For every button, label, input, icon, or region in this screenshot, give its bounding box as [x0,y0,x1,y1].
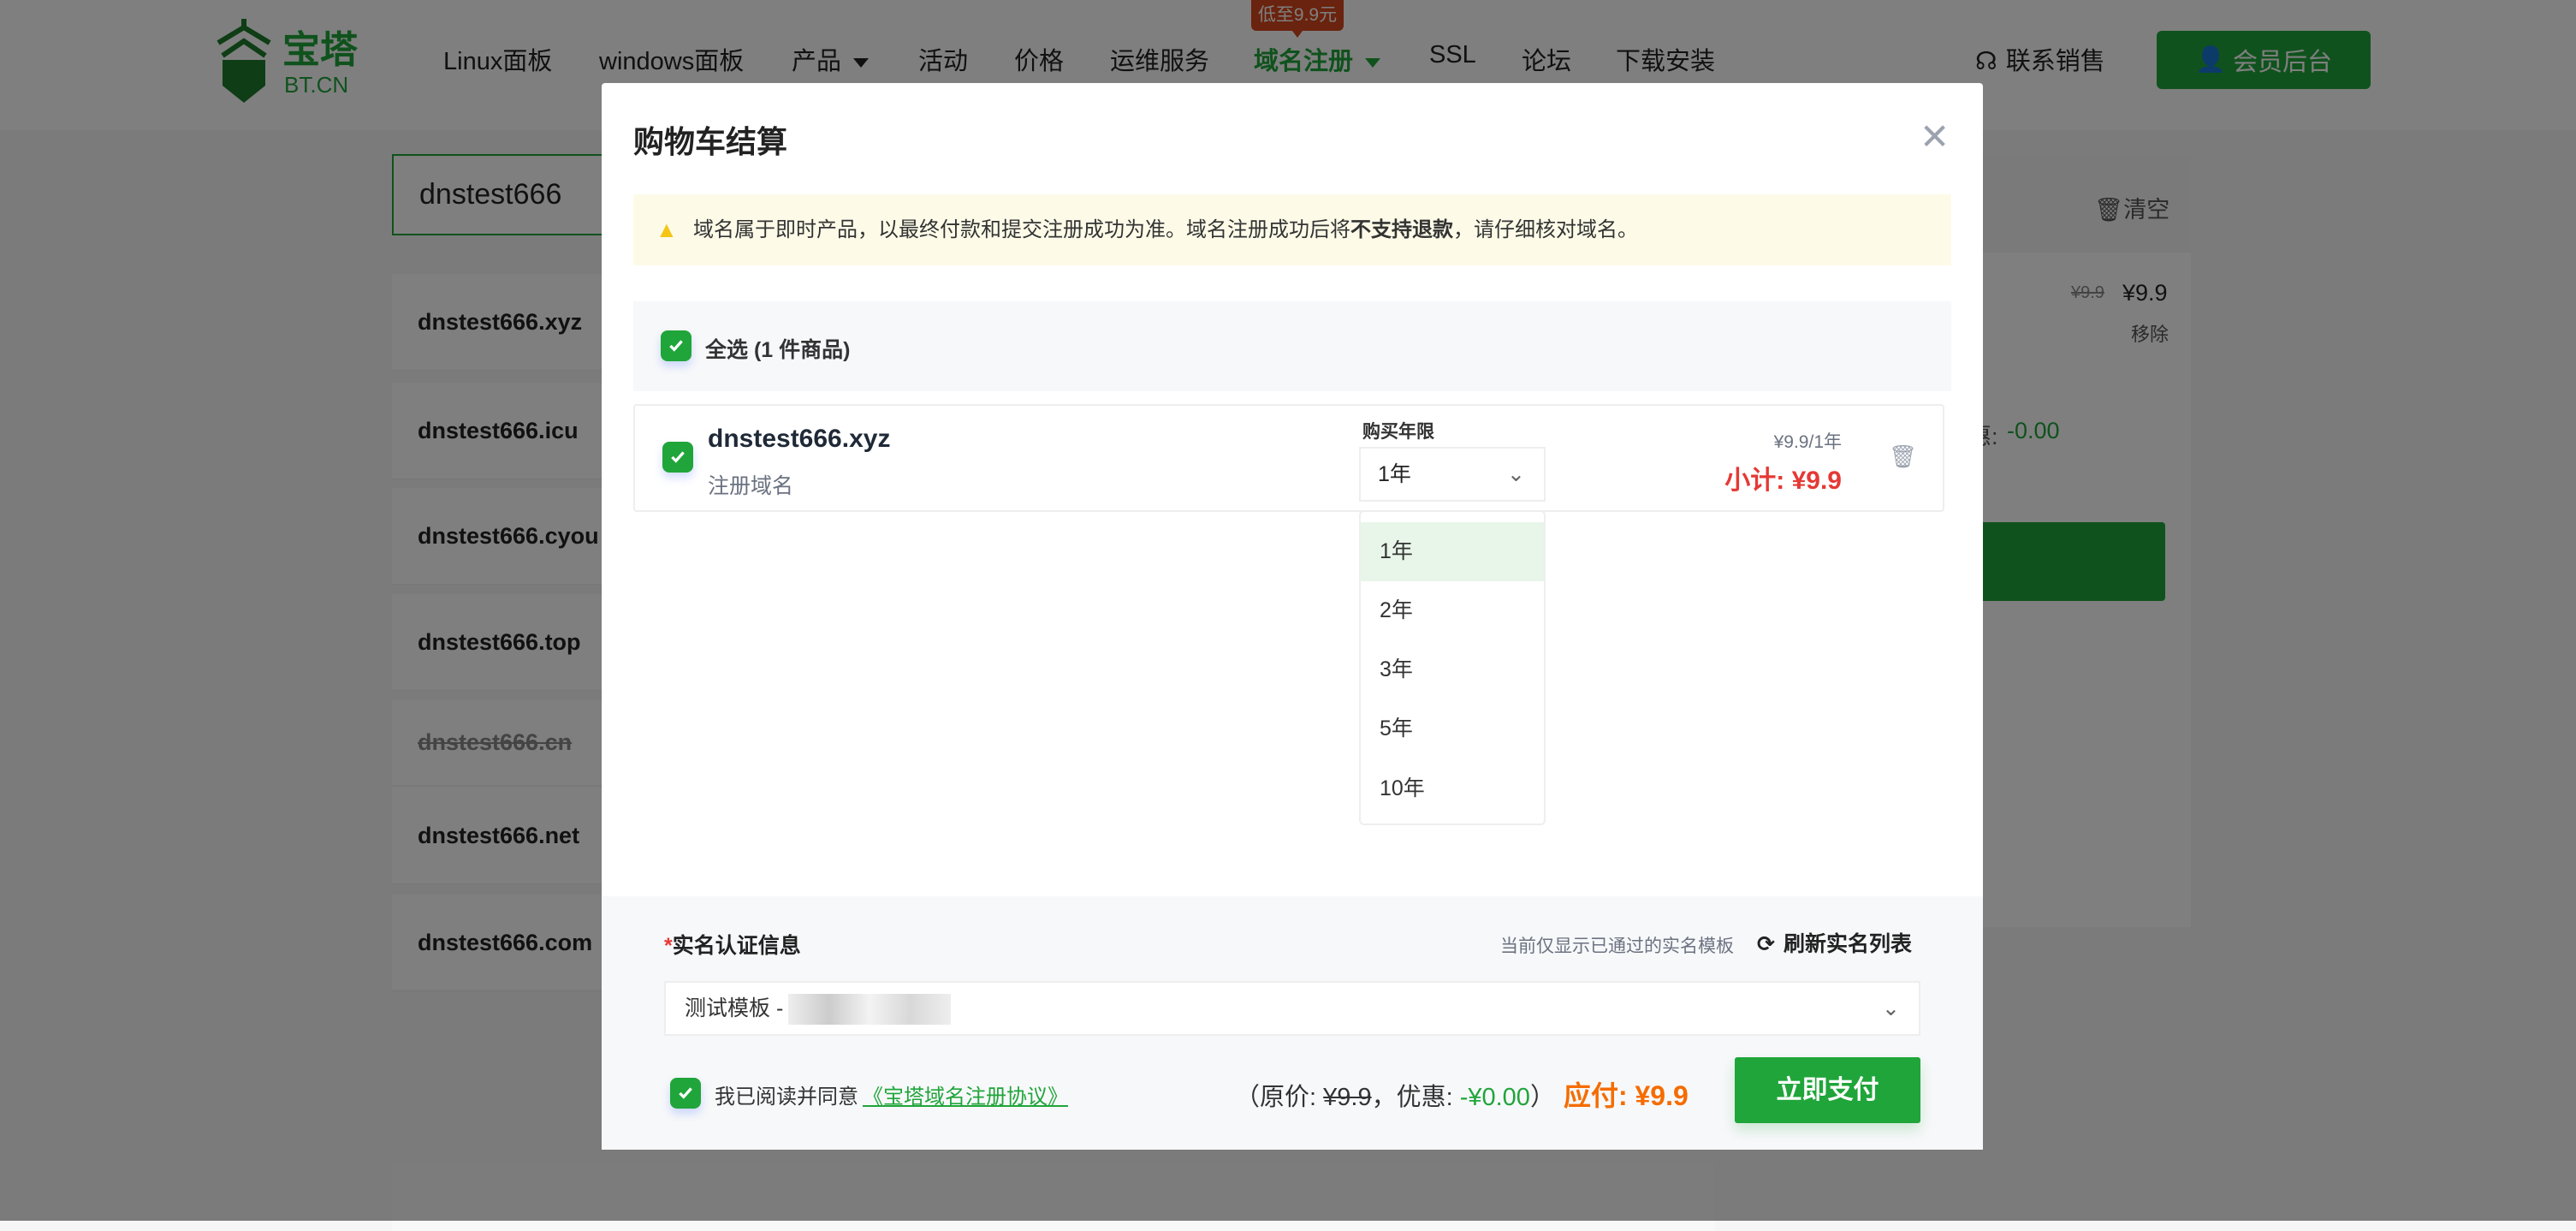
notice-text: 域名属于即时产品，以最终付款和提交注册成功为准。域名注册成功后将 [693,218,1350,241]
checkout-footer: *实名认证信息 当前仅显示已通过的实名模板 ⟳ 刷新实名列表 测试模板 - ⌄ 我已… [602,896,1983,1150]
term-label: 购买年限 [1362,418,1434,443]
refresh-realname-button[interactable]: ⟳ 刷新实名列表 [1757,927,1912,958]
summary-text: ） [1530,1084,1555,1111]
check-icon [667,336,686,355]
check-icon [668,448,687,467]
agree-label: 我已阅读并同意 [715,1079,858,1109]
select-all-bar: 全选 (1 件商品) [633,301,1951,391]
template-value: 测试模板 - [685,996,783,1020]
term-option[interactable]: 5年 [1361,699,1544,758]
select-all-label: 全选 (1 件商品) [705,333,850,364]
agreement-link[interactable]: 《宝塔域名注册协议》 [863,1079,1068,1109]
term-select[interactable]: 1年 ⌄ [1359,447,1546,502]
payable-amount: 应付: ¥9.9 [1564,1080,1689,1111]
term-option[interactable]: 10年 [1361,759,1544,818]
summary-text: （原价: [1235,1084,1323,1111]
item-checkbox[interactable] [662,442,693,473]
unit-price: ¥9.9/1年 [1774,428,1842,454]
notice-banner: ▲ 域名属于即时产品，以最终付款和提交注册成功为准。域名注册成功后将不支持退款，… [633,194,1951,265]
price-summary: （原价: ¥9.9，优惠: -¥0.00） 应付: ¥9.9 [1235,1074,1689,1114]
modal-title: 购物车结算 [633,117,787,162]
discount-value: -¥0.00 [1460,1084,1530,1111]
term-option[interactable]: 3年 [1361,640,1544,699]
original-price: ¥9.9 [1323,1084,1371,1111]
check-icon [676,1084,695,1103]
term-dropdown: 1年 2年 3年 5年 10年 [1359,510,1546,825]
term-value: 1年 [1378,462,1411,486]
refresh-label: 刷新实名列表 [1784,932,1912,956]
warning-icon: ▲ [656,194,678,265]
pay-now-button[interactable]: 立即支付 [1735,1057,1920,1123]
realname-label: *实名认证信息 [664,929,801,960]
chevron-down-icon: ⌄ [1882,983,1900,1034]
trash-icon[interactable]: 🗑 [1889,443,1917,470]
close-icon[interactable]: ✕ [1920,116,1950,158]
realname-hint: 当前仅显示已通过的实名模板 [1500,932,1734,958]
checkout-modal: 购物车结算 ✕ ▲ 域名属于即时产品，以最终付款和提交注册成功为准。域名注册成功… [602,83,1983,1150]
summary-text: ，优惠: [1372,1084,1460,1111]
agree-checkbox[interactable] [670,1078,701,1109]
realname-template-select[interactable]: 测试模板 - ⌄ [664,981,1920,1036]
notice-bold: 不支持退款 [1350,218,1453,241]
notice-text-end: ，请仔细核对域名。 [1453,218,1638,241]
chevron-down-icon: ⌄ [1507,449,1525,500]
item-domain: dnstest666.xyz [708,425,890,454]
realname-label-text: 实名认证信息 [673,934,801,958]
refresh-icon: ⟳ [1757,932,1775,956]
item-type: 注册域名 [708,469,793,500]
term-option[interactable]: 2年 [1361,581,1544,640]
select-all-checkbox[interactable] [661,330,691,361]
cart-item: dnstest666.xyz 注册域名 购买年限 1年 ⌄ ¥9.9/1年 小计:… [633,404,1944,512]
blurred-name [788,994,951,1025]
subtotal: 小计: ¥9.9 [1724,459,1842,497]
term-option[interactable]: 1年 [1361,522,1544,581]
